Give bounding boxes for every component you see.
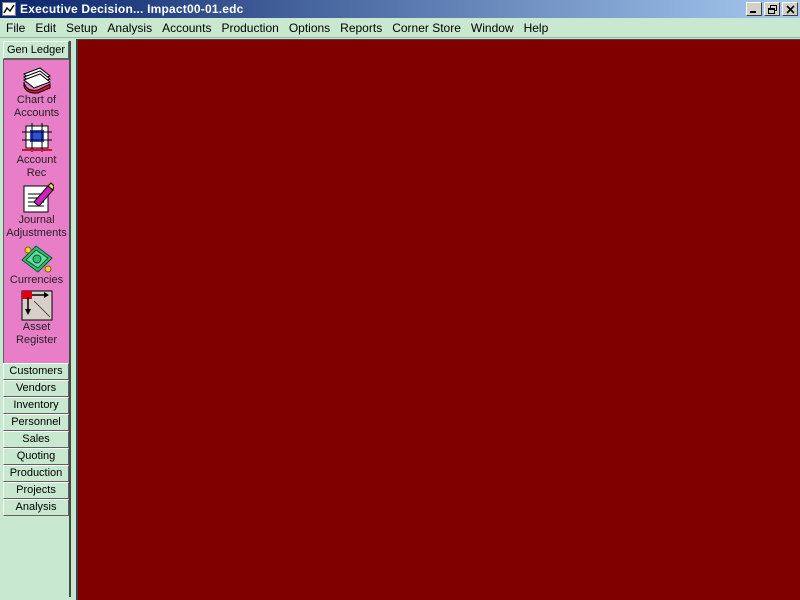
category-personnel[interactable]: Personnel bbox=[3, 414, 69, 431]
panel-label: Currencies bbox=[9, 274, 64, 286]
title-bar[interactable]: Executive Decision... Impact00-01.edc bbox=[0, 0, 800, 18]
category-analysis[interactable]: Analysis bbox=[3, 499, 69, 516]
panel-item-asset-register[interactable]: Asset Register bbox=[4, 287, 69, 347]
journal-adjustments-icon bbox=[23, 182, 54, 213]
category-gen-ledger[interactable]: Gen Ledger bbox=[3, 41, 69, 59]
menu-bar: File Edit Setup Analysis Accounts Produc… bbox=[0, 18, 800, 38]
currencies-icon bbox=[20, 245, 53, 273]
menu-edit[interactable]: Edit bbox=[30, 21, 61, 35]
menu-reports[interactable]: Reports bbox=[335, 21, 387, 35]
category-inventory[interactable]: Inventory bbox=[3, 397, 69, 414]
menu-analysis[interactable]: Analysis bbox=[102, 21, 157, 35]
gen-ledger-panel: Chart of Accounts Account Rec Journal Ad… bbox=[3, 59, 69, 363]
category-sales[interactable]: Sales bbox=[3, 431, 69, 448]
account-rec-icon bbox=[21, 123, 52, 152]
close-button[interactable] bbox=[782, 2, 798, 16]
menu-setup[interactable]: Setup bbox=[61, 21, 102, 35]
window-title: Executive Decision... Impact00-01.edc bbox=[20, 2, 244, 16]
menu-production[interactable]: Production bbox=[216, 21, 283, 35]
close-icon bbox=[786, 5, 795, 14]
panel-label: Journal bbox=[18, 214, 55, 226]
mdi-workspace[interactable] bbox=[76, 39, 800, 600]
restore-button[interactable] bbox=[764, 2, 780, 16]
panel-item-account-rec[interactable]: Account Rec bbox=[4, 120, 69, 180]
category-production[interactable]: Production bbox=[3, 465, 69, 482]
asset-register-icon bbox=[21, 290, 52, 321]
category-customers[interactable]: Customers bbox=[3, 363, 69, 380]
category-vendors[interactable]: Vendors bbox=[3, 380, 69, 397]
menu-help[interactable]: Help bbox=[519, 21, 554, 35]
minimize-icon bbox=[750, 11, 756, 13]
panel-item-journal-adjustments[interactable]: Journal Adjustments bbox=[4, 180, 69, 240]
category-projects[interactable]: Projects bbox=[3, 482, 69, 499]
panel-label: Account bbox=[16, 154, 57, 166]
menu-accounts[interactable]: Accounts bbox=[157, 21, 216, 35]
panel-item-currencies[interactable]: Currencies bbox=[4, 240, 69, 287]
minimize-button[interactable] bbox=[746, 2, 762, 16]
sidebar: Gen Ledger Chart of Accounts Account Rec… bbox=[3, 41, 71, 597]
panel-label: Chart of bbox=[16, 94, 57, 106]
panel-item-chart-of-accounts[interactable]: Chart of Accounts bbox=[4, 60, 69, 120]
restore-icon bbox=[768, 5, 777, 14]
menu-options[interactable]: Options bbox=[284, 21, 335, 35]
panel-label: Register bbox=[16, 334, 57, 346]
menu-window[interactable]: Window bbox=[466, 21, 519, 35]
app-icon[interactable] bbox=[2, 2, 16, 16]
panel-label: Rec bbox=[26, 167, 47, 179]
panel-label: Adjustments bbox=[6, 227, 67, 239]
chart-of-accounts-icon bbox=[22, 67, 51, 94]
menu-corner-store[interactable]: Corner Store bbox=[387, 21, 466, 35]
panel-label: Asset bbox=[22, 321, 51, 333]
category-quoting[interactable]: Quoting bbox=[3, 448, 69, 465]
menu-file[interactable]: File bbox=[0, 21, 30, 35]
panel-label: Accounts bbox=[13, 107, 60, 119]
